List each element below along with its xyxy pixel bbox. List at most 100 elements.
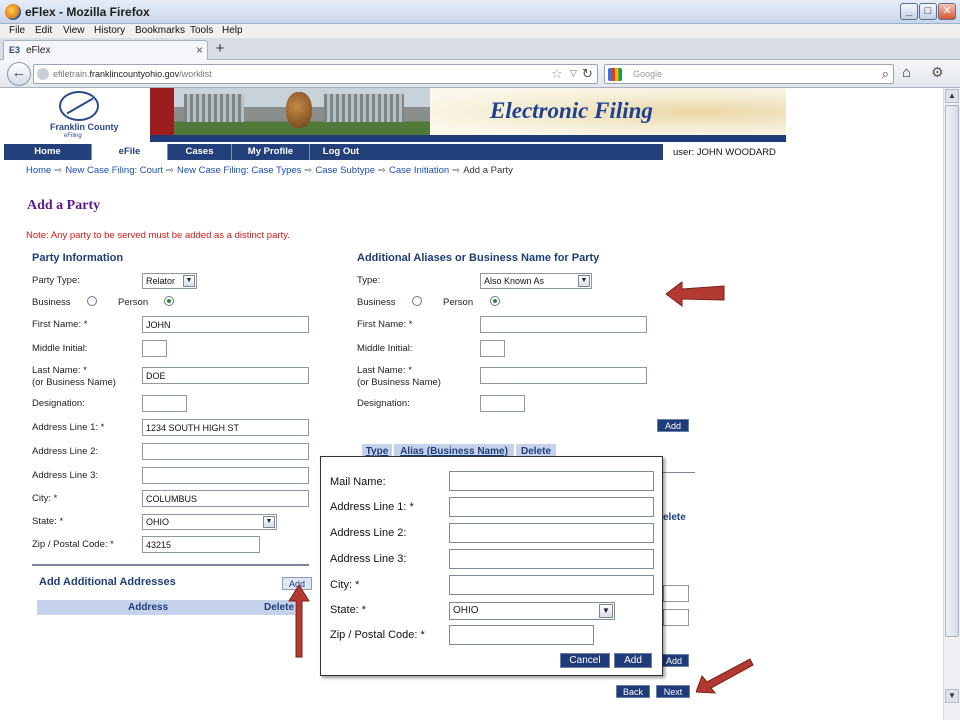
banner-red-bar — [150, 88, 174, 142]
breadcrumb-current: Add a Party — [463, 165, 513, 176]
popup-city-input[interactable] — [449, 575, 654, 595]
designation-input[interactable] — [142, 395, 187, 412]
banner-title-area: Electronic Filing — [430, 88, 786, 136]
navigation-bar: ← efiletrain.franklincountyohio.gov/work… — [0, 60, 960, 88]
scroll-up-icon[interactable]: ▲ — [945, 89, 959, 103]
popup-state-select[interactable]: OHIO ▼ — [449, 602, 615, 620]
next-button[interactable]: Next — [656, 685, 690, 698]
site-identity-icon[interactable] — [37, 68, 49, 80]
address-line-2-input[interactable] — [142, 443, 309, 460]
popup-address-line-3-input[interactable] — [449, 549, 654, 569]
alias-business-radio[interactable] — [412, 296, 422, 306]
user-info: user: JOHN WOODARD — [673, 147, 776, 158]
close-window-button[interactable]: ✕ — [938, 3, 956, 20]
partial-hidden-input[interactable] — [663, 609, 689, 626]
nav-my-profile[interactable]: My Profile — [232, 144, 310, 160]
site-title: Electronic Filing — [490, 98, 653, 123]
last-name-sublabel: (or Business Name) — [32, 377, 116, 388]
nav-cases[interactable]: Cases — [168, 144, 232, 160]
menu-history[interactable]: History — [94, 25, 125, 36]
address-line-3-input[interactable] — [142, 467, 309, 484]
address-line-1-input[interactable]: 1234 SOUTH HIGH ST — [142, 419, 309, 436]
tab-label: eFlex — [26, 45, 51, 56]
search-bar[interactable]: Google ⌕ — [604, 64, 894, 84]
menu-help[interactable]: Help — [222, 25, 243, 36]
reload-icon[interactable]: ↻ — [582, 66, 593, 82]
page-content: Franklin County eFiling Electronic Filin… — [0, 88, 943, 720]
minimize-button[interactable]: _ — [900, 3, 918, 20]
middle-initial-input[interactable] — [142, 340, 167, 357]
breadcrumb-case-initiation[interactable]: Case Initiation — [389, 165, 449, 176]
menu-tools[interactable]: Tools — [190, 25, 213, 36]
annotation-arrow-left — [666, 281, 725, 307]
state-select[interactable]: OHIO ▼ — [142, 514, 277, 530]
alias-type-select[interactable]: Also Known As ▼ — [480, 273, 592, 289]
menu-view[interactable]: View — [63, 25, 85, 36]
alias-last-name-input[interactable] — [480, 367, 647, 384]
new-tab-button[interactable]: + — [210, 41, 230, 59]
zip-input[interactable]: 43215 — [142, 536, 260, 553]
annotation-arrow-up — [288, 585, 310, 658]
tab-strip: E3 eFlex × + — [0, 38, 960, 60]
back-button[interactable]: Back — [616, 685, 650, 698]
menu-edit[interactable]: Edit — [35, 25, 52, 36]
section-divider — [32, 564, 309, 566]
nav-log-out[interactable]: Log Out — [310, 144, 372, 160]
addons-icon[interactable]: ⚙ — [931, 64, 944, 81]
popup-cancel-button[interactable]: Cancel — [560, 653, 610, 668]
alias-person-radio[interactable] — [490, 296, 500, 306]
state-value: OHIO — [146, 517, 170, 527]
bookmark-star-icon[interactable]: ☆ — [551, 66, 563, 82]
url-bar[interactable]: efiletrain.franklincountyohio.gov/workli… — [33, 64, 598, 84]
scroll-down-icon[interactable]: ▼ — [945, 689, 959, 703]
nav-home[interactable]: Home — [4, 144, 92, 160]
city-input[interactable]: COLUMBUS — [142, 490, 309, 507]
close-tab-icon[interactable]: × — [196, 43, 203, 57]
mail-name-input[interactable] — [449, 471, 654, 491]
popup-address-line-1-input[interactable] — [449, 497, 654, 517]
banner-underline — [150, 135, 786, 142]
first-name-label: First Name: * — [32, 319, 88, 330]
last-name-input[interactable]: DOE — [142, 367, 309, 384]
person-radio[interactable] — [164, 296, 174, 306]
popup-address-line-2-input[interactable] — [449, 523, 654, 543]
scrollbar-thumb[interactable] — [945, 105, 959, 637]
eflex-tab-icon: E3 — [9, 45, 21, 55]
popup-zip-label: Zip / Postal Code: * — [330, 629, 425, 641]
search-placeholder: Google — [633, 69, 663, 79]
breadcrumb-case-subtype[interactable]: Case Subtype — [315, 165, 375, 176]
menu-file[interactable]: File — [9, 25, 25, 36]
title-bar: eFlex - Mozilla Firefox _ □ ✕ — [0, 0, 960, 24]
county-logo[interactable]: Franklin County eFiling — [4, 88, 150, 142]
alias-middle-initial-input[interactable] — [480, 340, 505, 357]
alias-first-name-input[interactable] — [480, 316, 647, 333]
popup-zip-input[interactable] — [449, 625, 594, 645]
party-type-value: Relator — [146, 276, 176, 286]
search-icon[interactable]: ⌕ — [882, 66, 889, 82]
popup-add-button[interactable]: Add — [614, 653, 652, 668]
home-icon[interactable]: ⌂ — [902, 64, 911, 81]
address-column-header: Address — [37, 600, 259, 615]
google-icon[interactable] — [608, 68, 622, 81]
menu-bookmarks[interactable]: Bookmarks — [135, 25, 185, 36]
breadcrumb-home[interactable]: Home — [26, 165, 51, 176]
back-arrow-icon[interactable]: ← — [7, 62, 31, 86]
party-type-select[interactable]: Relator ▼ — [142, 273, 197, 289]
tab-eflex[interactable]: E3 eFlex × — [3, 40, 208, 60]
breadcrumb: Home ⇨ New Case Filing: Court ⇨ New Case Fil… — [26, 165, 513, 176]
alias-designation-input[interactable] — [480, 395, 525, 412]
add-mail-address-button[interactable]: Add — [659, 654, 689, 667]
maximize-button[interactable]: □ — [919, 3, 937, 20]
breadcrumb-case-types[interactable]: New Case Filing: Case Types — [177, 165, 301, 176]
window-title: eFlex - Mozilla Firefox — [25, 5, 150, 19]
first-name-input[interactable]: JOHN — [142, 316, 309, 333]
url-dropdown-icon[interactable]: ▽ — [570, 68, 577, 79]
business-radio[interactable] — [87, 296, 97, 306]
breadcrumb-court[interactable]: New Case Filing: Court — [65, 165, 163, 176]
nav-efile[interactable]: eFile — [92, 144, 168, 160]
partial-hidden-input[interactable] — [663, 585, 689, 602]
alias-person-label: Person — [443, 297, 474, 308]
alias-last-name-sublabel: (or Business Name) — [357, 377, 441, 388]
add-alias-button[interactable]: Add — [657, 419, 689, 432]
vertical-scrollbar[interactable]: ▲ ▼ — [943, 88, 960, 720]
